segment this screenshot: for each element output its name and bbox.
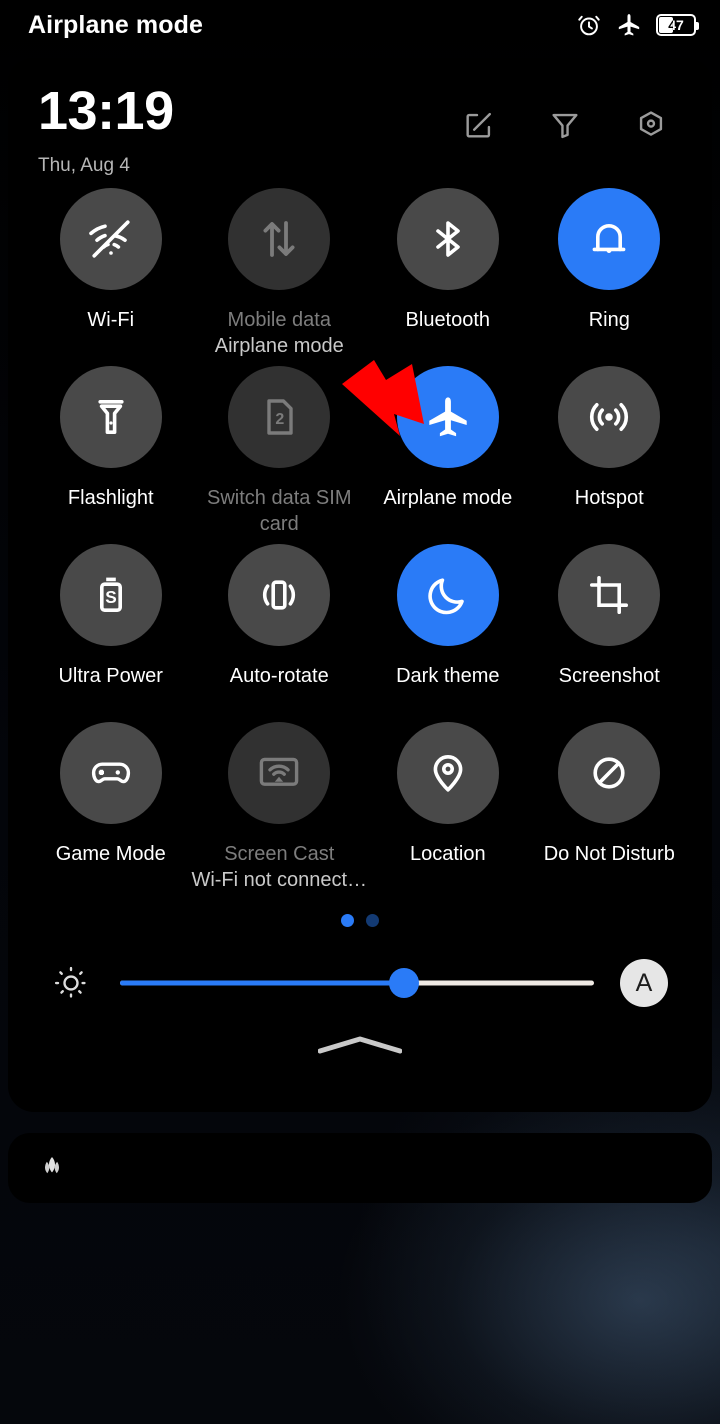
chevron-up-handle-icon (318, 1036, 402, 1054)
brightness-slider[interactable] (120, 964, 594, 1002)
quick-settings-panel: 13:19 Thu, Aug 4 Wi-Fi Mobile data Airpl… (8, 58, 712, 1112)
tile-hotspot-circle[interactable] (558, 366, 661, 468)
tile-label: Location (409, 843, 486, 865)
status-bar: Airplane mode 47 (0, 0, 720, 50)
gamepad-icon (91, 762, 130, 784)
tile-switch-data-sim[interactable]: 2 Switch data SIM card (191, 366, 367, 544)
tile-mobile-data[interactable]: Mobile data Airplane mode (191, 188, 367, 366)
tile-label: Do Not Disturb (543, 843, 675, 865)
screen-cast-icon (259, 757, 299, 786)
tile-screenshot-circle[interactable] (558, 544, 661, 646)
wifi-off-icon (88, 220, 130, 258)
settings-icon[interactable] (634, 108, 668, 142)
auto-rotate-icon (263, 580, 296, 610)
notification-card[interactable] (8, 1133, 712, 1203)
tile-sublabel: Wi-Fi not connect… (191, 869, 368, 891)
crop-icon (590, 576, 629, 614)
tile-wifi[interactable]: Wi-Fi (30, 188, 191, 366)
airplane-icon (429, 397, 467, 437)
tile-do-not-disturb-circle[interactable] (558, 722, 661, 824)
edit-icon[interactable] (462, 108, 496, 142)
tile-bluetooth[interactable]: Bluetooth (367, 188, 528, 366)
lotus-icon (45, 1157, 59, 1174)
tile-label: Screenshot (558, 665, 660, 687)
tile-label: Switch data SIM card (206, 487, 352, 535)
tile-hotspot[interactable]: Hotspot (529, 366, 690, 544)
tile-flashlight-circle[interactable] (59, 366, 162, 468)
tile-label: Bluetooth (405, 309, 491, 331)
tile-ultra-power[interactable]: S Ultra Power (30, 544, 191, 722)
moon-icon (428, 578, 464, 615)
tile-auto-rotate[interactable]: Auto-rotate (191, 544, 367, 722)
bell-icon (592, 224, 626, 253)
tile-screenshot[interactable]: Screenshot (529, 544, 690, 722)
tile-label: Ring (588, 309, 630, 331)
tile-label: Ultra Power (58, 665, 163, 687)
tile-do-not-disturb[interactable]: Do Not Disturb (529, 722, 690, 900)
svg-text:S: S (105, 587, 116, 607)
tile-airplane-mode[interactable]: Airplane mode (367, 366, 528, 544)
tile-dark-theme-circle[interactable] (396, 544, 499, 646)
battery-saver-icon: S (99, 577, 122, 612)
status-bar-icons: 47 (576, 12, 699, 38)
brightness-sun-icon (54, 966, 88, 1000)
tile-dark-theme[interactable]: Dark theme (367, 544, 528, 722)
tile-game-mode-circle[interactable] (59, 722, 162, 824)
tile-label: Airplane mode (383, 487, 513, 509)
tile-location-circle[interactable] (396, 722, 499, 824)
brightness-thumb[interactable] (389, 968, 420, 998)
alarm-icon (578, 15, 600, 36)
tile-label: Mobile data (227, 309, 331, 331)
tile-ultra-power-circle[interactable]: S (59, 544, 162, 646)
tile-ring-circle[interactable] (558, 188, 661, 290)
battery-indicator: 47 (656, 14, 699, 36)
tile-mobile-data-circle[interactable] (228, 188, 331, 290)
flashlight-icon (98, 400, 124, 434)
location-pin-icon (433, 755, 463, 792)
page-dot-2[interactable] (366, 914, 379, 927)
filter-icon[interactable] (548, 108, 582, 142)
tile-screen-cast[interactable]: Screen Cast Wi-Fi not connect… (191, 722, 367, 900)
tile-flashlight[interactable]: Flashlight (30, 366, 191, 544)
tile-screen-cast-circle[interactable] (228, 722, 331, 824)
svg-text:2: 2 (276, 411, 285, 428)
tile-label: Auto-rotate (229, 665, 329, 687)
tile-label: Screen Cast (224, 843, 335, 865)
tile-label: Game Mode (55, 843, 166, 865)
tile-sublabel: Airplane mode (214, 335, 344, 357)
header-icon-row (462, 108, 668, 142)
airplane-icon (618, 14, 640, 36)
tile-ring[interactable]: Ring (529, 188, 690, 366)
clock-date[interactable]: Thu, Aug 4 (38, 155, 684, 177)
hotspot-icon (590, 403, 629, 431)
tile-label: Dark theme (396, 665, 500, 687)
page-indicator (8, 914, 712, 927)
tile-location[interactable]: Location (367, 722, 528, 900)
panel-collapse-handle[interactable] (8, 1035, 712, 1057)
quick-settings-header: 13:19 Thu, Aug 4 (8, 58, 712, 188)
status-bar-title: Airplane mode (28, 10, 203, 39)
tile-wifi-circle[interactable] (59, 188, 162, 290)
tile-label: Wi-Fi (87, 309, 135, 331)
tile-bluetooth-circle[interactable] (396, 188, 499, 290)
tile-game-mode[interactable]: Game Mode (30, 722, 191, 900)
tile-label: Flashlight (67, 487, 154, 509)
auto-brightness-label: A (635, 968, 653, 997)
mobile-data-icon (263, 221, 295, 257)
do-not-disturb-icon (593, 757, 625, 789)
page-dot-1[interactable] (341, 914, 354, 927)
battery-level-text: 47 (668, 17, 684, 33)
tile-switch-data-sim-circle[interactable]: 2 (228, 366, 331, 468)
auto-brightness-button[interactable]: A (620, 959, 668, 1007)
tile-airplane-mode-circle[interactable] (396, 366, 499, 468)
bluetooth-icon (435, 221, 460, 257)
tile-auto-rotate-circle[interactable] (228, 544, 331, 646)
brightness-row: A (8, 959, 712, 1007)
quick-settings-tile-grid: Wi-Fi Mobile data Airplane mode Bluetoot… (8, 188, 712, 900)
tile-label: Hotspot (574, 487, 644, 509)
brightness-track-fill (120, 980, 405, 986)
sim-card-2-icon: 2 (267, 399, 293, 435)
